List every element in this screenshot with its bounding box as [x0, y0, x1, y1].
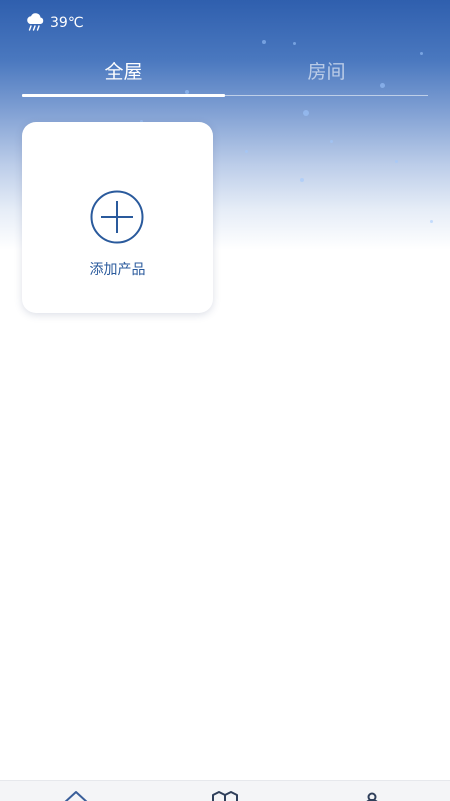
cloud-rain-icon — [27, 13, 44, 31]
snow-particle — [262, 40, 266, 44]
snow-particle — [330, 140, 333, 143]
snow-particle — [303, 110, 309, 116]
active-tab-indicator — [22, 94, 225, 97]
snow-particle — [293, 42, 296, 45]
snow-particle — [245, 150, 248, 153]
snow-particle — [395, 160, 398, 163]
snow-particle — [430, 220, 433, 223]
scene-icon[interactable] — [210, 789, 240, 801]
weather-widget: 39℃ — [24, 12, 84, 34]
tab-rooms[interactable]: 房间 — [225, 52, 428, 94]
tab-whole-house[interactable]: 全屋 — [22, 52, 225, 94]
bottom-navigation-bar — [0, 780, 450, 801]
user-icon[interactable] — [357, 789, 387, 801]
plus-circle-icon — [90, 190, 144, 244]
header-gradient-background — [0, 0, 450, 800]
tab-bar: 全屋 房间 — [22, 52, 428, 97]
add-product-label: 添加产品 — [89, 262, 146, 278]
home-icon[interactable] — [61, 789, 91, 801]
add-product-card[interactable]: 添加产品 — [22, 122, 213, 313]
temperature-text: 39℃ — [50, 15, 84, 31]
snow-particle — [300, 178, 304, 182]
